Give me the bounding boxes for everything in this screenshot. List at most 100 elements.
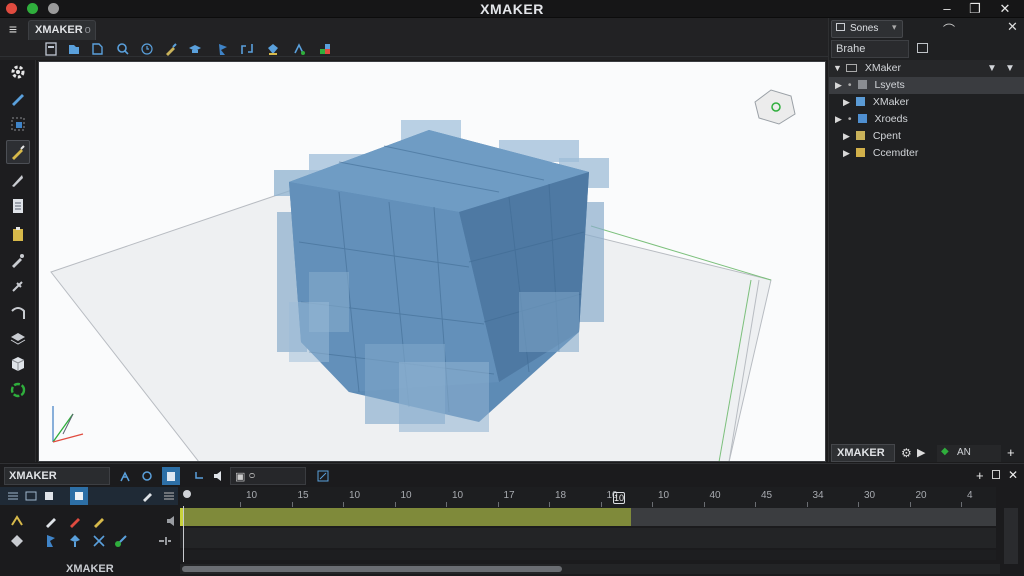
outliner-item[interactable]: ▶ • Lsyets: [829, 77, 1024, 94]
expand-arrow-icon[interactable]: ▶: [835, 111, 845, 128]
eyedropper-icon[interactable]: [42, 512, 60, 530]
panel-bottom-tab[interactable]: XMAKER: [831, 444, 895, 462]
volume-icon[interactable]: [162, 512, 180, 530]
cap-icon[interactable]: [186, 40, 204, 58]
document-tab[interactable]: XMAKER o: [28, 20, 96, 40]
search-icon[interactable]: [114, 40, 132, 58]
scrollbar-thumb[interactable]: [182, 566, 562, 572]
add-panel-button[interactable]: +: [1007, 445, 1015, 460]
menu-icon[interactable]: ≡: [4, 20, 22, 38]
filter-options-icon[interactable]: [917, 43, 928, 53]
ruler-tick: [703, 502, 705, 507]
expand-arrow-icon[interactable]: ▶: [835, 77, 845, 94]
new-scene-icon[interactable]: [42, 40, 60, 58]
grid-icon[interactable]: [4, 487, 22, 505]
track-row[interactable]: [180, 528, 996, 548]
list-icon[interactable]: [22, 487, 40, 505]
yellow-pen-icon[interactable]: [90, 512, 108, 530]
keyframe-icon[interactable]: [40, 487, 58, 505]
flag-icon[interactable]: [214, 40, 232, 58]
clock-icon[interactable]: [138, 40, 156, 58]
collapse-icon[interactable]: ▼: [987, 60, 997, 77]
transform-icon[interactable]: [238, 40, 256, 58]
outliner-item[interactable]: ▶ XMaker: [829, 94, 1024, 111]
collapse-all-icon[interactable]: ▼: [1005, 60, 1015, 77]
vertical-scrollbar[interactable]: [1004, 508, 1018, 564]
bend-tool-icon[interactable]: [6, 300, 30, 324]
calendar-icon: ▣: [235, 471, 246, 483]
expand-arrow-icon[interactable]: ▶: [843, 94, 853, 111]
refresh-tool-icon[interactable]: [6, 378, 30, 402]
red-brush-icon[interactable]: [66, 512, 84, 530]
minimize-button[interactable]: –: [936, 0, 958, 18]
scissors-icon[interactable]: [90, 532, 108, 550]
timeline-search-field[interactable]: ▣ ᴑ: [230, 467, 306, 485]
document-tool-icon[interactable]: [6, 194, 30, 218]
ruler-label: 4: [967, 490, 973, 501]
sculpt-tool-icon[interactable]: [6, 274, 30, 298]
outliner-item[interactable]: ▶ Ccemdter: [829, 145, 1024, 162]
return-icon[interactable]: [190, 467, 208, 485]
settings-gear-icon[interactable]: [6, 60, 30, 84]
filter-field[interactable]: Brahe: [831, 40, 909, 58]
paint-bucket-icon[interactable]: [264, 40, 282, 58]
expand-arrow-icon[interactable]: ▶: [843, 145, 853, 162]
knife-tool-icon[interactable]: [6, 168, 30, 192]
timeline-close-button[interactable]: ✕: [1008, 468, 1018, 482]
3d-viewport[interactable]: [38, 61, 826, 462]
pen-icon[interactable]: [138, 487, 156, 505]
copy-icon[interactable]: [992, 470, 1000, 479]
layer-color-swatch: [855, 148, 865, 157]
outliner-root[interactable]: ▼ XMaker ▼ ▼: [829, 60, 1024, 77]
brush-tool-icon[interactable]: [6, 140, 30, 164]
outliner-root-label: XMaker: [864, 62, 902, 74]
grid-snap-icon[interactable]: [314, 467, 332, 485]
expand-arrow-icon[interactable]: ▼: [833, 60, 843, 77]
outliner-panel: Sones ▾ ⌒ ✕ Brahe ▼ XMaker ▼ ▼ ▶ • Lsyet…: [828, 18, 1024, 462]
save-scene-icon[interactable]: [88, 40, 106, 58]
pin-icon[interactable]: ⌒: [943, 21, 955, 38]
open-scene-icon[interactable]: [65, 40, 83, 58]
clipboard-tool-icon[interactable]: [6, 222, 30, 246]
add-track-button[interactable]: +: [976, 468, 984, 483]
menu-lines-icon[interactable]: [160, 487, 178, 505]
pencil-tool-icon[interactable]: [6, 86, 30, 110]
link-icon[interactable]: [290, 40, 308, 58]
outliner-item[interactable]: ▶ Cpent: [829, 128, 1024, 145]
cube-tool-icon[interactable]: [6, 352, 30, 376]
ruler-label: 20: [915, 490, 927, 501]
stop-button[interactable]: [70, 487, 88, 505]
panel-bottom-tab-2[interactable]: ◆ AN: [937, 445, 1001, 462]
clipboard-icon[interactable]: [162, 467, 180, 485]
key-tool-icon[interactable]: [112, 532, 130, 550]
expand-arrow-icon[interactable]: ▶: [843, 128, 853, 145]
timeline-tab[interactable]: XMAKER: [4, 467, 110, 485]
speaker-icon[interactable]: [210, 467, 228, 485]
diamond-tool-icon[interactable]: [8, 532, 26, 550]
flag-tool-icon[interactable]: [42, 532, 60, 550]
settings-gear-icon[interactable]: ⚙: [901, 446, 912, 460]
close-button[interactable]: ✕: [994, 0, 1016, 18]
view-cube-icon[interactable]: [754, 89, 796, 125]
work-area-bar[interactable]: [184, 508, 631, 526]
outliner-item[interactable]: ▶ • Xroeds: [829, 111, 1024, 128]
loop-icon[interactable]: [138, 467, 156, 485]
playhead-start-handle[interactable]: [183, 490, 191, 498]
playhead-marker[interactable]: 10: [613, 492, 625, 504]
select-tool-icon[interactable]: [6, 112, 30, 136]
pin-tool-icon[interactable]: [66, 532, 84, 550]
play-icon[interactable]: ▶: [917, 446, 925, 459]
maximize-button[interactable]: ❐: [964, 0, 986, 18]
panel-close-icon[interactable]: ✕: [1007, 19, 1018, 35]
split-icon[interactable]: [156, 532, 174, 550]
brush-icon[interactable]: [162, 40, 180, 58]
horizontal-scrollbar[interactable]: [180, 564, 1000, 574]
panel-tab[interactable]: Sones ▾: [831, 20, 903, 38]
render-icon[interactable]: [316, 40, 334, 58]
layers-tool-icon[interactable]: [6, 326, 30, 350]
dropper-tool-icon[interactable]: [6, 248, 30, 272]
chevron-down-icon[interactable]: ▾: [892, 22, 897, 33]
ruler-tick: [394, 502, 396, 507]
walk-cycle-icon[interactable]: [116, 467, 134, 485]
bone-tool-icon[interactable]: [8, 512, 26, 530]
